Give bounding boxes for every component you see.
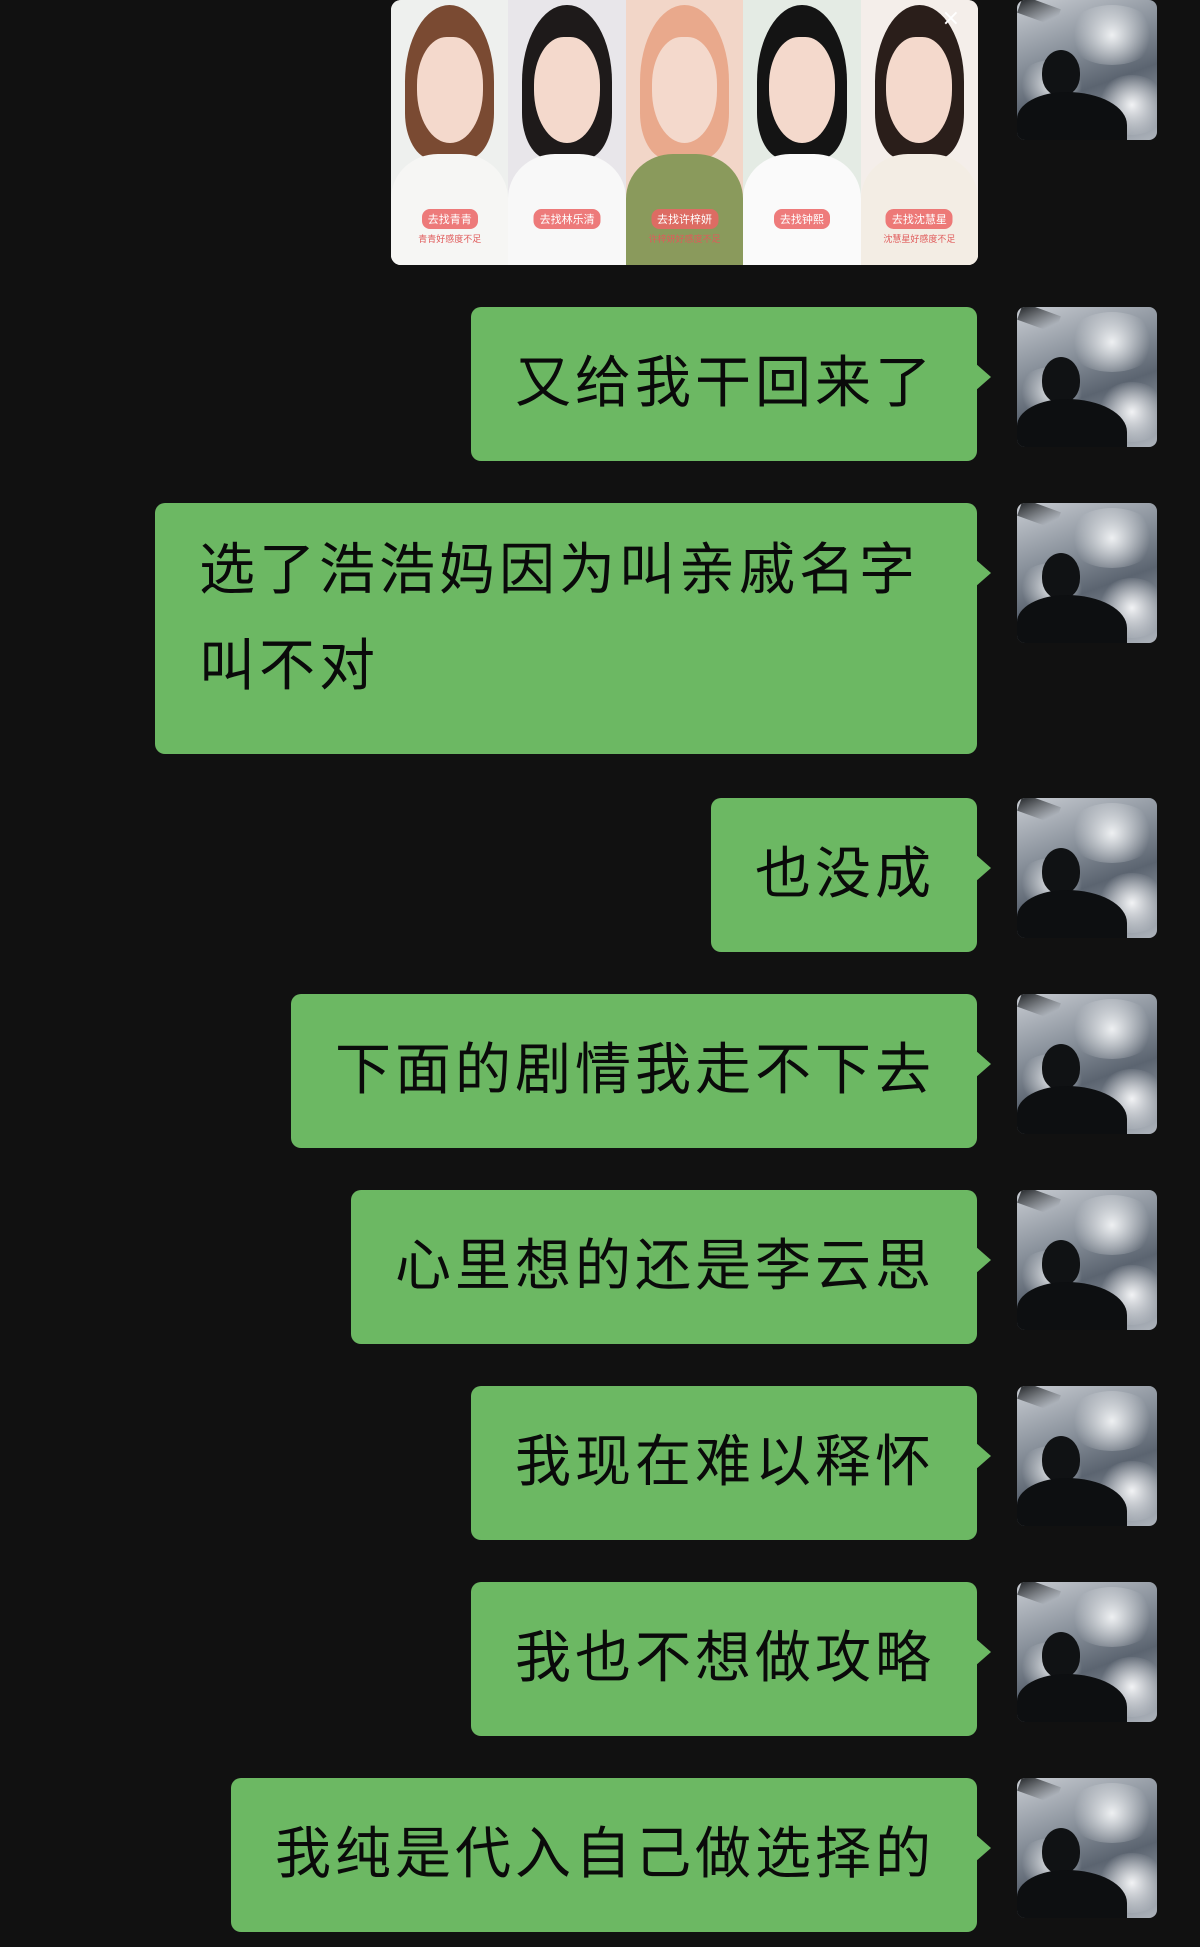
card-tag: 去找林乐清: [533, 209, 601, 229]
image-card-3[interactable]: 去找许梓妍 许梓妍好感度不足: [625, 0, 744, 265]
image-message[interactable]: 去找青青 青青好感度不足 去找林乐清 去找许梓妍 许梓妍好感度不足 去找钟熙 去…: [391, 0, 978, 265]
avatar[interactable]: [1017, 307, 1157, 447]
message-bubble[interactable]: 心里想的还是李云思: [351, 1190, 991, 1344]
message-row: 选了浩浩妈因为叫亲戚名字叫不对: [0, 503, 1200, 754]
message-row: 我现在难以释怀: [0, 1386, 1200, 1540]
card-subtag: 沈慧星好感度不足: [883, 235, 956, 245]
card-tag: 去找沈慧星: [885, 209, 953, 229]
message-row: 我也不想做攻略: [0, 1582, 1200, 1736]
image-card-4[interactable]: 去找钟熙: [743, 0, 861, 265]
message-bubble[interactable]: 我纯是代入自己做选择的: [231, 1778, 991, 1932]
chat-view: 去找青青 青青好感度不足 去找林乐清 去找许梓妍 许梓妍好感度不足 去找钟熙 去…: [0, 0, 1200, 1947]
message-row: 心里想的还是李云思: [0, 1190, 1200, 1344]
card-tag: 去找许梓妍: [651, 209, 719, 229]
avatar[interactable]: [1017, 1386, 1157, 1526]
avatar[interactable]: [1017, 994, 1157, 1134]
avatar[interactable]: [1017, 1778, 1157, 1918]
card-tag: 去找钟熙: [773, 209, 830, 229]
avatar[interactable]: [1017, 0, 1157, 140]
card-tag: 去找青青: [421, 209, 478, 229]
message-row: 下面的剧情我走不下去: [0, 994, 1200, 1148]
card-subtag: 许梓妍好感度不足: [648, 235, 721, 245]
image-card-2[interactable]: 去找林乐清: [508, 0, 626, 265]
avatar[interactable]: [1017, 1190, 1157, 1330]
message-row: 我纯是代入自己做选择的: [0, 1778, 1200, 1932]
message-row: 又给我干回来了: [0, 307, 1200, 461]
message-bubble[interactable]: 下面的剧情我走不下去: [291, 994, 991, 1148]
message-bubble[interactable]: 选了浩浩妈因为叫亲戚名字叫不对: [155, 503, 991, 754]
avatar[interactable]: [1017, 503, 1157, 643]
close-icon[interactable]: ×: [942, 8, 960, 30]
message-row-image: 去找青青 青青好感度不足 去找林乐清 去找许梓妍 许梓妍好感度不足 去找钟熙 去…: [0, 0, 1200, 265]
card-subtag: 青青好感度不足: [418, 235, 482, 245]
image-card-1[interactable]: 去找青青 青青好感度不足: [391, 0, 509, 265]
message-bubble[interactable]: 又给我干回来了: [471, 307, 991, 461]
avatar[interactable]: [1017, 1582, 1157, 1722]
image-card-5[interactable]: 去找沈慧星 沈慧星好感度不足: [860, 0, 978, 265]
message-row: 也没成: [0, 798, 1200, 952]
message-bubble[interactable]: 我也不想做攻略: [471, 1582, 991, 1736]
message-bubble[interactable]: 也没成: [711, 798, 991, 952]
message-bubble[interactable]: 我现在难以释怀: [471, 1386, 991, 1540]
avatar[interactable]: [1017, 798, 1157, 938]
